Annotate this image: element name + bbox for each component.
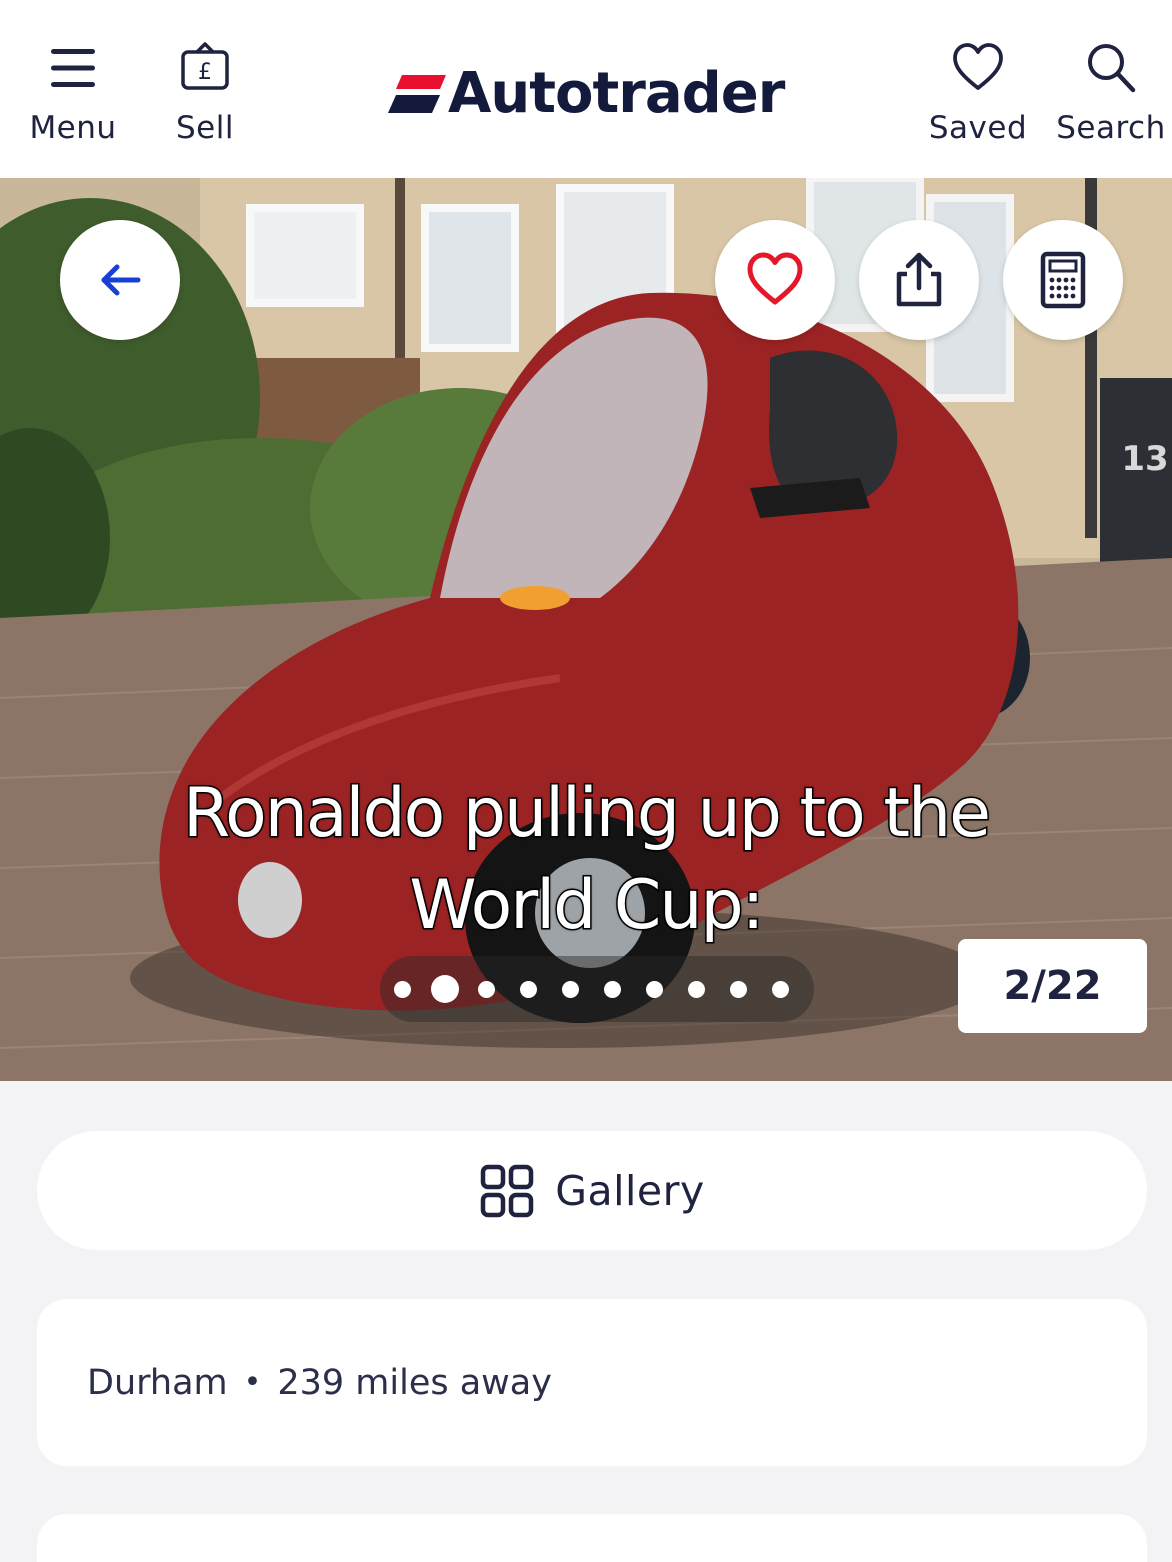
back-button[interactable]: [60, 220, 180, 340]
autotrader-logo[interactable]: Autotrader: [388, 61, 785, 126]
photo-counter-badge: 2/22: [958, 939, 1147, 1033]
location-separator: •: [243, 1365, 262, 1400]
logo-mark-icon: [388, 75, 446, 113]
pound-tag-icon: £: [181, 42, 229, 90]
carousel-dot[interactable]: [604, 981, 621, 998]
carousel-dot[interactable]: [562, 981, 579, 998]
location-town: Durham: [87, 1362, 228, 1403]
menu-button[interactable]: Menu: [26, 40, 120, 146]
share-icon: [896, 252, 942, 307]
svg-text:£: £: [198, 60, 212, 85]
search-label: Search: [1056, 110, 1166, 146]
video-caption-overlay: Ronaldo pulling up to the World Cup:: [181, 773, 992, 947]
carousel-pagination-dots[interactable]: [380, 956, 814, 1022]
carousel-dot[interactable]: [394, 981, 411, 998]
carousel-dot[interactable]: [688, 981, 705, 998]
gallery-button[interactable]: Gallery: [37, 1131, 1147, 1250]
magnifier-icon: [1088, 44, 1136, 93]
saved-button[interactable]: Saved: [924, 40, 1032, 146]
carousel-dot[interactable]: [520, 981, 537, 998]
carousel-dot[interactable]: [730, 981, 747, 998]
hamburger-menu-icon: [51, 49, 95, 87]
gallery-label: Gallery: [555, 1166, 705, 1215]
top-navigation-bar: Menu £ Sell Autotrader Saved Search: [0, 0, 1172, 178]
arrow-left-icon: [101, 264, 141, 296]
saved-label: Saved: [928, 110, 1028, 146]
share-button[interactable]: [859, 220, 979, 340]
seller-location-card: Durham • 239 miles away: [37, 1299, 1147, 1466]
grid-icon: [480, 1164, 534, 1217]
heart-outline-icon: [953, 43, 1003, 90]
carousel-dot[interactable]: [772, 981, 789, 998]
carousel-dot[interactable]: [478, 981, 495, 998]
location-distance: 239 miles away: [277, 1362, 552, 1403]
heart-icon: [747, 252, 803, 305]
listing-photo-carousel[interactable]: 13 Ronaldo pulling up to the World Cup: …: [0, 178, 1172, 1081]
carousel-dot[interactable]: [646, 981, 663, 998]
menu-label: Menu: [29, 110, 117, 146]
calculator-icon: [1040, 251, 1086, 309]
carousel-dot-active[interactable]: [431, 975, 459, 1003]
bin-number: 13: [1121, 439, 1168, 479]
logo-text: Autotrader: [448, 61, 785, 126]
sell-label: Sell: [176, 110, 234, 146]
favourite-button[interactable]: [715, 220, 835, 340]
next-info-card: [37, 1514, 1147, 1562]
search-button[interactable]: Search: [1050, 40, 1172, 146]
finance-calculator-button[interactable]: [1003, 220, 1123, 340]
sell-button[interactable]: £ Sell: [168, 40, 242, 146]
